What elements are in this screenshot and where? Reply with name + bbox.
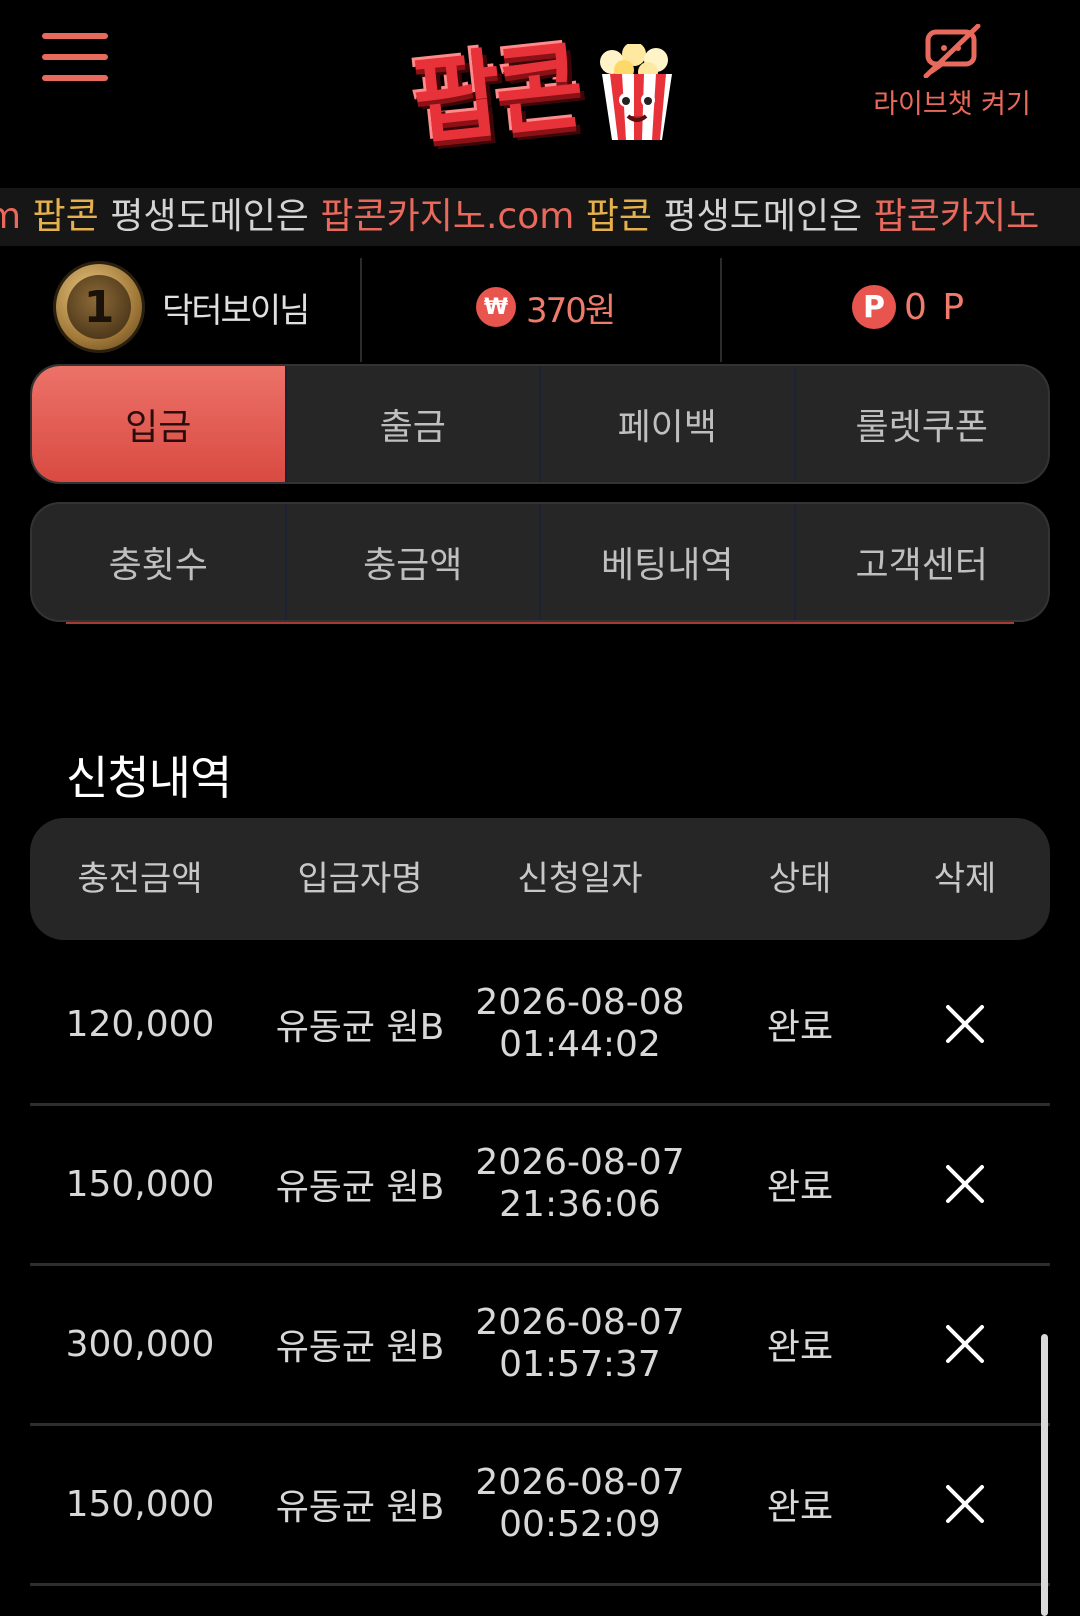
depositor-cell: 유동균 원B	[275, 1007, 445, 1048]
user-info-bar: 1 닥터보이님 ₩ 370원 P 0 P	[0, 252, 1080, 362]
section-title: 신청내역	[66, 751, 232, 805]
close-icon	[946, 1165, 984, 1203]
delete-button[interactable]	[915, 1422, 1015, 1586]
tab-charge-amount[interactable]: 충금액	[284, 504, 540, 620]
depositor-cell: 유동균 원B	[275, 1327, 445, 1368]
marquee-segment	[574, 196, 585, 237]
time-text: 01:44:02	[499, 1024, 661, 1065]
tab-deposit[interactable]: 입금	[32, 366, 285, 482]
header-amount: 충전금액	[77, 859, 203, 899]
delete-button[interactable]	[915, 942, 1015, 1106]
chat-off-icon	[923, 24, 981, 78]
user-nickname: 닥터보이님	[162, 290, 310, 331]
date-text: 2026-08-07	[475, 1142, 685, 1183]
livechat-toggle-button[interactable]: 라이브챗 켜기	[862, 24, 1042, 120]
close-icon	[946, 1325, 984, 1363]
table-row: 150,000 유동균 원B 2026-08-07 00:52:09 완료	[30, 1422, 1050, 1586]
table-row: 120,000 유동균 원B 2026-08-08 01:44:02 완료	[30, 942, 1050, 1106]
status-cell: 완료	[766, 1487, 834, 1528]
date-text: 2026-08-07	[475, 1302, 685, 1343]
amount-cell: 150,000	[65, 1163, 215, 1205]
status-cell: 완료	[766, 1007, 834, 1048]
amount-cell: 150,000	[65, 1483, 215, 1525]
tab-roulette-coupon[interactable]: 룰렛쿠폰	[793, 366, 1049, 482]
popcorn-icon	[600, 44, 672, 140]
user-level: 1	[67, 275, 131, 339]
marquee-segment: m	[0, 196, 22, 237]
header: 팝콘 라이브챗 켜기	[0, 0, 1080, 185]
amount-cell: 120,000	[65, 1003, 215, 1045]
logo[interactable]: 팝콘	[392, 6, 688, 158]
date-cell: 2026-08-07 00:52:09	[470, 1422, 690, 1586]
tab-betting-history[interactable]: 베팅내역	[539, 504, 794, 620]
depositor-cell: 유동균 원B	[275, 1487, 445, 1528]
date-cell: 2026-08-08 01:44:02	[470, 942, 690, 1106]
header-delete: 삭제	[933, 859, 997, 899]
marquee-segment: 팝콘카지노	[873, 196, 1040, 237]
tab-charge-count[interactable]: 충횟수	[32, 504, 285, 620]
date-text: 2026-08-07	[475, 1462, 685, 1503]
header-status: 상태	[768, 859, 832, 899]
status-cell: 완료	[766, 1167, 834, 1208]
table-row: 150,000 유동균 원B 2026-08-07 21:36:06 완료	[30, 1102, 1050, 1266]
balance-value: 370원	[526, 290, 616, 331]
date-cell: 2026-08-07 01:57:37	[470, 1262, 690, 1426]
tab-payback[interactable]: 페이백	[539, 366, 794, 482]
header-date: 신청일자	[517, 859, 643, 899]
depositor-cell: 유동균 원B	[275, 1167, 445, 1208]
scrollbar[interactable]	[1041, 1334, 1048, 1616]
marquee-segment: 평생도메인은	[652, 196, 874, 237]
won-icon: ₩	[476, 287, 516, 327]
time-text: 01:57:37	[499, 1344, 661, 1385]
amount-cell: 300,000	[65, 1323, 215, 1365]
marquee-segment: 팝콘카지노.com	[320, 196, 575, 237]
divider	[66, 622, 1014, 624]
date-text: 2026-08-08	[475, 982, 685, 1023]
close-icon	[946, 1485, 984, 1523]
level-medal-icon: 1	[56, 264, 142, 350]
hamburger-icon[interactable]	[40, 30, 110, 86]
domain-marquee: m 팝콘 평생도메인은 팝콘카지노.com 팝콘 평생도메인은 팝콘카지노	[0, 188, 1080, 246]
points-display[interactable]: P 0 P	[852, 252, 1032, 362]
logo-text: 팝콘	[407, 29, 583, 159]
points-value: 0 P	[904, 286, 967, 328]
table-row: 300,000 유동균 원B 2026-08-07 01:57:37 완료	[30, 1262, 1050, 1426]
balance-display[interactable]: ₩ 370원	[476, 252, 726, 362]
date-cell: 2026-08-07 21:36:06	[470, 1102, 690, 1266]
point-icon: P	[852, 285, 896, 329]
delete-button[interactable]	[915, 1262, 1015, 1426]
delete-button[interactable]	[915, 1102, 1015, 1266]
tab-customer-center[interactable]: 고객센터	[793, 504, 1049, 620]
marquee-segment: 평생도메인은	[98, 196, 321, 237]
header-depositor: 입금자명	[297, 859, 423, 899]
tab-withdraw[interactable]: 출금	[284, 366, 540, 482]
marquee-segment: 팝콘	[585, 196, 653, 237]
marquee-segment: 팝콘	[32, 196, 99, 237]
table-header: 충전금액 입금자명 신청일자 상태 삭제	[30, 818, 1050, 940]
livechat-label: 라이브챗 켜기	[873, 89, 1031, 120]
user-profile[interactable]: 1 닥터보이님	[56, 252, 346, 362]
status-cell: 완료	[766, 1327, 834, 1368]
tab-bar-primary: 입금 출금 페이백 룰렛쿠폰	[30, 364, 1050, 484]
time-text: 00:52:09	[499, 1504, 661, 1545]
time-text: 21:36:06	[499, 1184, 661, 1225]
tab-bar-secondary: 충횟수 충금액 베팅내역 고객센터	[30, 502, 1050, 622]
close-icon	[946, 1005, 984, 1043]
